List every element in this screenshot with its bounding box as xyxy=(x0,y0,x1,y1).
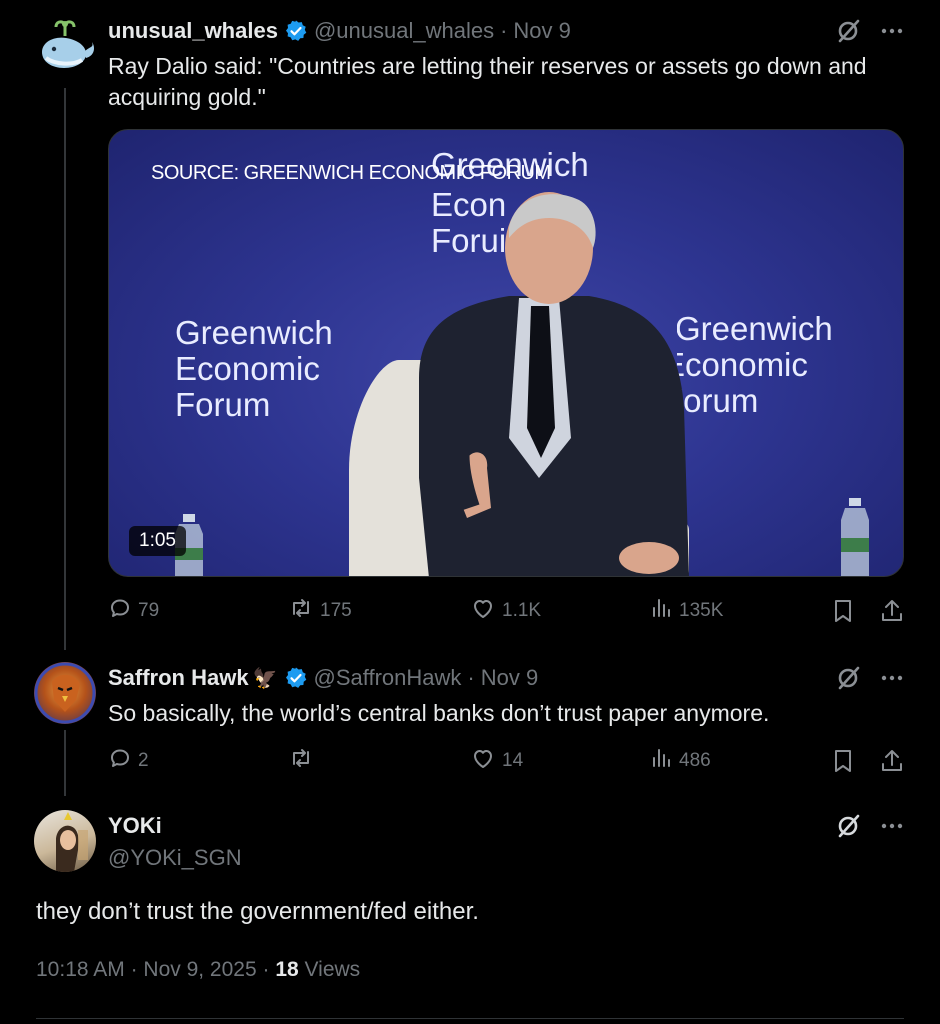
action-bar-tweet1: 79 175 1.1K 135K xyxy=(108,596,904,626)
action-right-group xyxy=(832,746,904,776)
handle[interactable]: @SaffronHawk xyxy=(314,665,462,691)
reply-icon xyxy=(108,596,132,626)
tweet-text: So basically, the world’s central banks … xyxy=(108,700,770,726)
views-icon xyxy=(651,596,673,626)
display-name[interactable]: YOKi xyxy=(108,813,162,839)
verified-badge-icon xyxy=(284,19,308,43)
bookmark-icon[interactable] xyxy=(832,598,854,624)
dot-separator: · xyxy=(130,958,144,981)
views-label: Views xyxy=(304,958,361,981)
repost-count: 175 xyxy=(320,600,352,621)
video-duration: 1:05 xyxy=(129,526,186,556)
tweet-date[interactable]: Nov 9, 2025 xyxy=(143,958,256,981)
tweet-header-unusual-whales: unusual_whales @unusual_whales · Nov 9 xyxy=(108,15,571,47)
reply-icon xyxy=(108,746,132,776)
reply-count: 79 xyxy=(138,600,160,621)
views-button[interactable]: 486 xyxy=(651,746,711,776)
repost-icon xyxy=(288,746,314,776)
like-button[interactable]: 1.1K xyxy=(470,596,541,626)
tweet-top-actions xyxy=(836,15,904,47)
views-count: 18 xyxy=(275,958,299,981)
reply-count: 2 xyxy=(138,750,149,771)
verified-badge-icon xyxy=(284,666,308,690)
dot-separator: · xyxy=(467,665,475,690)
backdrop-right-block: Greenwich Economic Forum xyxy=(677,306,877,426)
like-icon xyxy=(470,746,496,776)
views-button[interactable]: 135K xyxy=(651,596,723,626)
dot-separator: · xyxy=(262,958,276,981)
action-bar-tweet2: 2 14 486 xyxy=(108,746,904,776)
views-count: 135K xyxy=(679,600,724,621)
thread-connector-2 xyxy=(64,730,66,796)
avatar-saffron-hawk[interactable] xyxy=(34,662,96,724)
backdrop-text: Economic xyxy=(175,350,320,387)
tweet-header-saffron-hawk: Saffron Hawk 🦅 @SaffronHawk · Nov 9 xyxy=(108,662,538,694)
tweet-text: they don’t trust the government/fed eith… xyxy=(36,898,479,925)
like-count: 1.1K xyxy=(502,600,542,621)
views-icon xyxy=(651,746,673,776)
share-icon[interactable] xyxy=(880,598,904,624)
grok-icon[interactable] xyxy=(836,665,862,691)
avatar-unusual-whales[interactable] xyxy=(34,18,96,80)
more-icon[interactable] xyxy=(880,27,904,35)
more-icon[interactable] xyxy=(880,674,904,682)
eagle-emoji: 🦅 xyxy=(252,667,278,690)
tweet-thread-page: unusual_whales @unusual_whales · Nov 9 R… xyxy=(0,0,940,1024)
divider xyxy=(36,1018,904,1019)
reply-button[interactable]: 2 xyxy=(108,746,149,776)
action-right-group xyxy=(832,596,904,626)
tweet-time[interactable]: 10:18 AM xyxy=(36,958,125,981)
like-count: 14 xyxy=(502,750,524,771)
bottle-graphic xyxy=(841,498,869,576)
tweet-top-actions xyxy=(836,810,904,842)
more-icon[interactable] xyxy=(880,822,904,830)
grok-icon[interactable] xyxy=(836,18,862,44)
dot-separator: · xyxy=(500,18,508,43)
video-player[interactable]: Greenwich Economic Forum Greenwich Econo… xyxy=(108,129,904,577)
tweet-date[interactable]: Nov 9 xyxy=(513,18,570,44)
handle[interactable]: @unusual_whales xyxy=(314,18,494,44)
like-icon xyxy=(470,596,496,626)
video-source-caption: SOURCE: GREENWICH ECONOMIC FORUM xyxy=(151,162,551,184)
repost-button[interactable] xyxy=(288,746,320,776)
backdrop-text: Greenwich xyxy=(175,314,333,351)
views-count: 486 xyxy=(679,750,711,771)
share-icon[interactable] xyxy=(880,748,904,774)
handle[interactable]: @YOKi_SGN xyxy=(108,845,242,871)
repost-icon xyxy=(288,596,314,626)
display-name[interactable]: Saffron Hawk xyxy=(108,665,249,691)
reply-button[interactable]: 79 xyxy=(108,596,159,626)
tweet-meta: 10:18 AM · Nov 9, 2025 · 18 Views xyxy=(36,958,360,982)
like-button[interactable]: 14 xyxy=(470,746,523,776)
backdrop-text: Forum xyxy=(175,386,271,423)
repost-button[interactable]: 175 xyxy=(288,596,352,626)
tweet-top-actions xyxy=(836,662,904,694)
tweet-date[interactable]: Nov 9 xyxy=(481,665,538,691)
tweet-text: Ray Dalio said: "Countries are letting t… xyxy=(108,53,867,110)
avatar-yoki[interactable] xyxy=(34,810,96,872)
bookmark-icon[interactable] xyxy=(832,748,854,774)
backdrop-text: Greenwich xyxy=(677,310,833,347)
grok-icon[interactable] xyxy=(836,813,862,839)
thread-connector-1 xyxy=(64,88,66,650)
display-name[interactable]: unusual_whales xyxy=(108,18,278,44)
speaker-figure xyxy=(419,192,689,576)
